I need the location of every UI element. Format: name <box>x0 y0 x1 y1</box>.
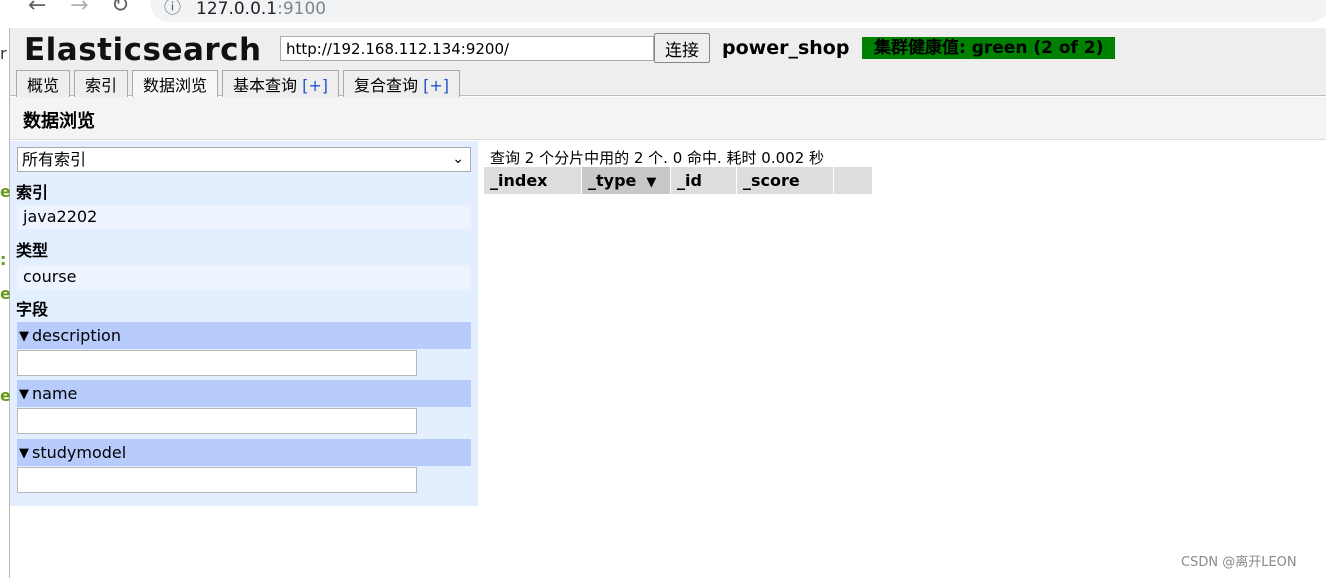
stray-char: r <box>0 44 7 63</box>
tab-overview[interactable]: 概览 <box>16 70 71 97</box>
tab-basic-query[interactable]: 基本查询 [+] <box>222 70 340 97</box>
field-filter-input-description[interactable] <box>17 350 417 376</box>
app-brand: Elasticsearch <box>24 32 262 68</box>
column-header-score[interactable]: _score <box>737 167 834 194</box>
index-filter-item[interactable]: java2202 <box>17 205 471 229</box>
column-header-type[interactable]: _type ▼ <box>582 167 671 194</box>
index-group-label: 索引 <box>16 183 49 202</box>
column-label: _type <box>588 171 637 190</box>
chevron-down-icon: ⌄ <box>452 151 464 167</box>
triangle-down-icon: ▼ <box>19 387 29 402</box>
tab-compound-query[interactable]: 复合查询 [+] <box>343 70 461 97</box>
address-bar[interactable]: ⓘ 127.0.0.1:9100 <box>150 0 1326 22</box>
connect-button[interactable]: 连接 <box>654 33 710 63</box>
filter-panel: 所有索引 ⌄ 索引 java2202 类型 course 字段 ▼ descrip… <box>10 141 478 506</box>
address-text: 127.0.0.1:9100 <box>196 0 326 19</box>
tab-expand-plus[interactable]: [+] <box>302 76 328 95</box>
column-label: _id <box>677 171 702 190</box>
field-filter-input-studymodel[interactable] <box>17 467 417 493</box>
tab-label: 复合查询 <box>354 76 419 95</box>
tab-label: 数据浏览 <box>143 76 208 95</box>
field-filter-input-name[interactable] <box>17 408 417 434</box>
site-info-icon[interactable]: ⓘ <box>164 0 181 18</box>
column-header-extra[interactable] <box>834 167 873 194</box>
left-edge-strip <box>0 28 10 578</box>
tab-expand-plus[interactable]: [+] <box>423 76 449 95</box>
triangle-down-icon: ▼ <box>19 329 29 344</box>
url-port: :9100 <box>277 0 327 19</box>
column-label: _score <box>743 171 800 190</box>
tab-label: 概览 <box>27 76 60 95</box>
tab-browser[interactable]: 数据浏览 <box>132 70 219 98</box>
result-summary: 查询 2 个分片中用的 2 个. 0 命中. 耗时 0.002 秒 <box>490 149 825 167</box>
back-arrow-icon[interactable]: ← <box>28 0 46 18</box>
tab-label: 基本查询 <box>233 76 298 95</box>
section-header: 数据浏览 <box>10 97 1326 140</box>
section-title: 数据浏览 <box>23 111 95 132</box>
watermark: CSDN @离开LEON <box>1181 555 1297 570</box>
field-name: description <box>32 326 121 345</box>
browser-toolbar: ← → ↻ ⓘ 127.0.0.1:9100 <box>0 0 1326 28</box>
connect-url-input[interactable] <box>280 36 654 61</box>
column-header-id[interactable]: _id <box>671 167 737 194</box>
field-header-description[interactable]: ▼ description <box>17 322 471 349</box>
field-name: studymodel <box>32 443 127 462</box>
field-header-name[interactable]: ▼ name <box>17 380 471 407</box>
field-group-label: 字段 <box>16 300 49 319</box>
cluster-name: power_shop <box>722 37 850 59</box>
tab-indices[interactable]: 索引 <box>74 70 129 97</box>
triangle-down-icon: ▼ <box>19 446 29 461</box>
type-filter-item[interactable]: course <box>17 265 471 289</box>
index-select[interactable]: 所有索引 ⌄ <box>17 147 471 172</box>
field-name: name <box>32 384 78 403</box>
cluster-health-badge: 集群健康值: green (2 of 2) <box>862 37 1116 59</box>
result-table-header: _index _type ▼ _id _score <box>484 167 873 194</box>
reload-icon[interactable]: ↻ <box>111 0 129 18</box>
sort-desc-icon: ▼ <box>646 175 657 190</box>
url-host: 127.0.0.1 <box>196 0 278 19</box>
type-group-label: 类型 <box>16 241 49 260</box>
field-header-studymodel[interactable]: ▼ studymodel <box>17 439 471 466</box>
index-select-value: 所有索引 <box>22 150 87 169</box>
column-label: _index <box>490 171 548 190</box>
app-header: Elasticsearch 连接 power_shop 集群健康值: green… <box>10 28 1326 98</box>
main-tabs: 概览 索引 数据浏览 基本查询 [+] 复合查询 [+] <box>16 70 461 98</box>
forward-arrow-icon[interactable]: → <box>70 0 88 18</box>
stray-char: : <box>0 250 7 269</box>
column-header-index[interactable]: _index <box>484 167 582 194</box>
tab-label: 索引 <box>85 76 118 95</box>
